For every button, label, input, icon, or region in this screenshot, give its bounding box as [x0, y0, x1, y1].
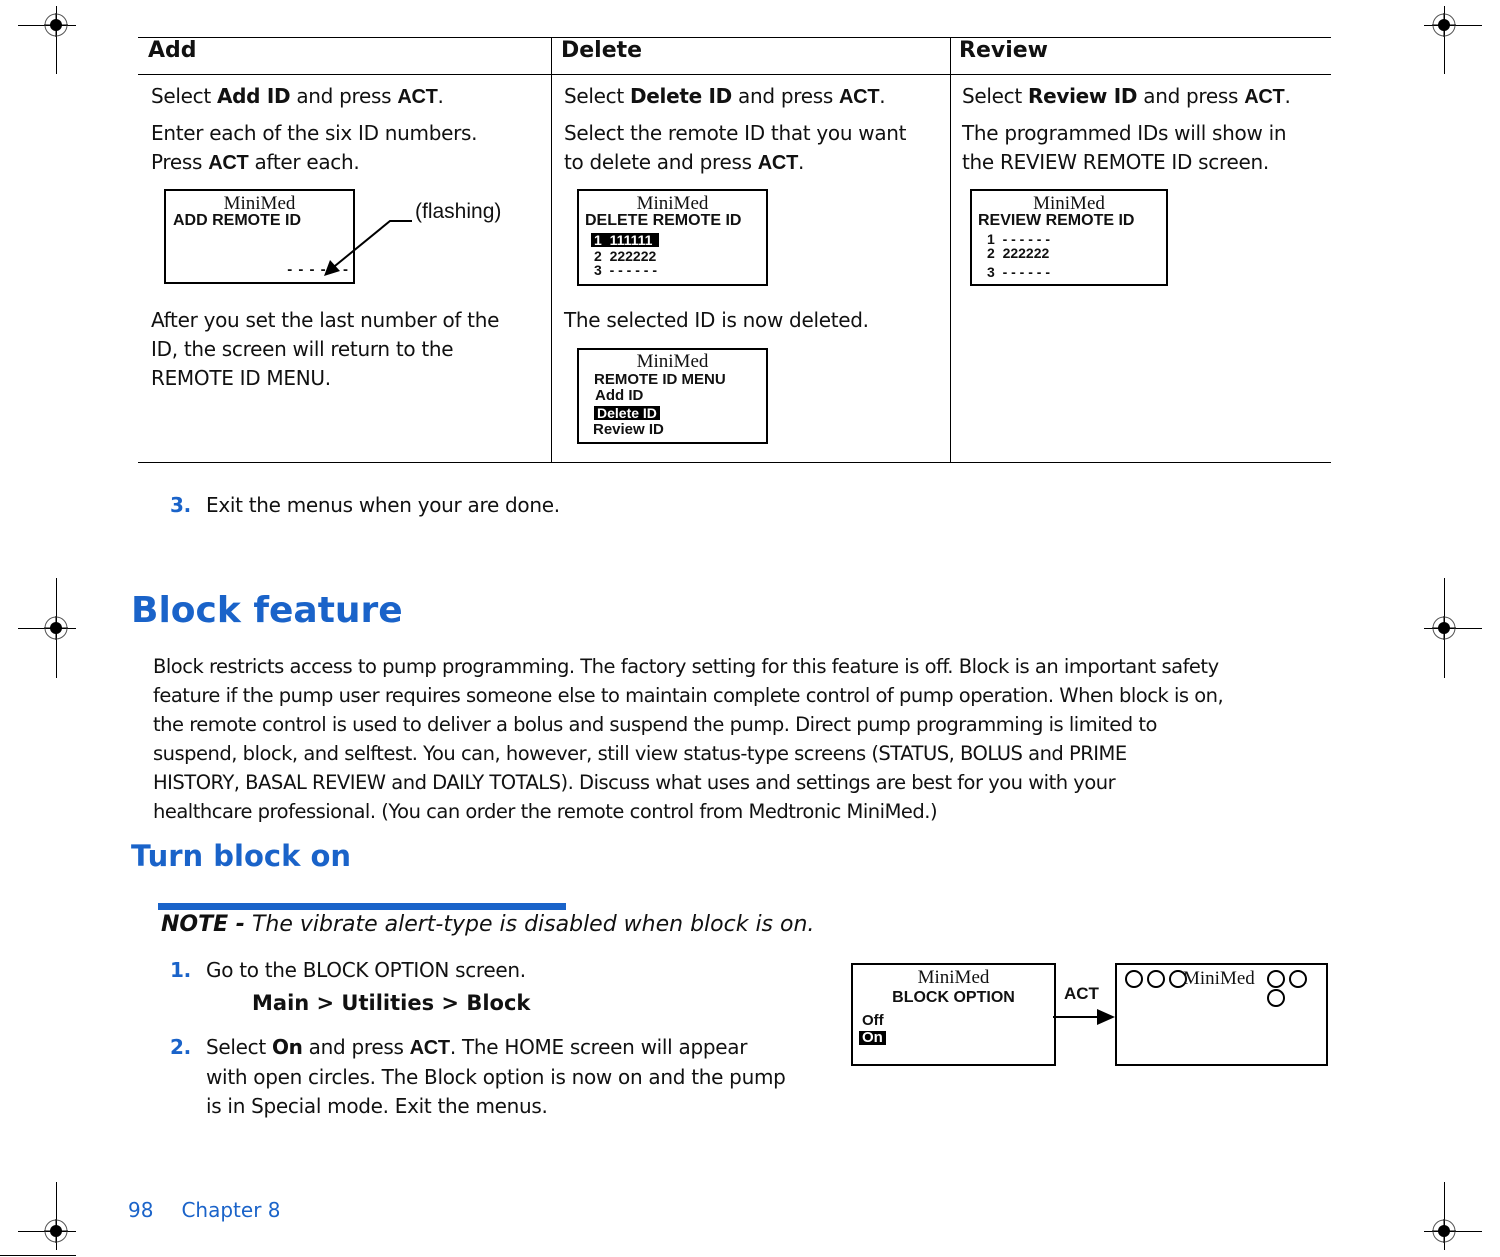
- screen-title: BLOCK OPTION: [892, 989, 1015, 1006]
- menu-item-selected: Delete ID: [594, 406, 660, 420]
- screen-brand: MiniMed: [636, 351, 709, 372]
- id-row: 2 222222: [594, 248, 657, 264]
- open-circles-right: [1265, 968, 1326, 1007]
- screen-title: ADD REMOTE ID: [173, 212, 301, 229]
- arrow-right-icon: [1053, 1009, 1115, 1025]
- menu-item: Review ID: [593, 421, 664, 438]
- column-header-add: Add: [148, 38, 197, 63]
- step-number: 1.: [170, 958, 191, 982]
- review-step-1: Select Review ID and press ACT.: [962, 84, 1291, 108]
- delete-remote-id-screen: MiniMed DELETE REMOTE ID 1 111111 2 2222…: [577, 189, 768, 286]
- home-screen: MiniMed: [1115, 963, 1328, 1066]
- screen-title: REMOTE ID MENU: [594, 371, 726, 388]
- menu-item: Add ID: [595, 387, 644, 404]
- id-row-selected: 1 111111: [591, 233, 660, 247]
- crosshair-icon: [44, 13, 68, 37]
- delete-step-1: Select Delete ID and press ACT.: [564, 84, 886, 108]
- step-number: 3.: [170, 493, 191, 517]
- step-3: 3. Exit the menus when your are done.: [170, 491, 560, 520]
- crosshair-icon: [1432, 616, 1456, 640]
- id-row: 1 - - - - - -: [987, 231, 1050, 247]
- id-row: 3 - - - - - -: [987, 264, 1050, 280]
- step-number: 2.: [170, 1035, 191, 1059]
- open-circles-left: [1123, 968, 1189, 988]
- add-step-1: Select Add ID and press ACT.: [151, 84, 444, 108]
- section-heading-turn-block-on: Turn block on: [131, 839, 352, 873]
- table-bottom-border: [138, 462, 1331, 463]
- delete-after-text: The selected ID is now deleted.: [564, 308, 869, 332]
- remote-id-menu-screen: MiniMed REMOTE ID MENU Add ID Delete ID …: [577, 348, 768, 444]
- review-step-2: The programmed IDs will show in the REVI…: [962, 121, 1287, 174]
- step-text: Go to the BLOCK OPTION screen.: [206, 958, 526, 982]
- screen-brand: MiniMed: [1183, 968, 1255, 989]
- block-step-1: 1. Go to the BLOCK OPTION screen.: [170, 956, 526, 985]
- crosshair-icon: [1432, 13, 1456, 37]
- note: NOTE - The vibrate alert-type is disable…: [161, 912, 814, 937]
- note-text: The vibrate alert-type is disabled when …: [244, 912, 815, 937]
- section-heading-block-feature: Block feature: [131, 590, 403, 631]
- block-feature-paragraph: Block restricts access to pump programmi…: [153, 655, 1224, 823]
- screen-brand: MiniMed: [636, 193, 709, 214]
- screen-brand: MiniMed: [1033, 193, 1105, 214]
- add-step-2: Enter each of the six ID numbers. Press …: [151, 121, 478, 174]
- column-header-delete: Delete: [561, 38, 643, 63]
- table-header-border: [138, 74, 1331, 75]
- option-off: Off: [862, 1012, 884, 1029]
- crosshair-icon: [44, 616, 68, 640]
- footer: 98 Chapter 8: [128, 1198, 281, 1222]
- menu-path: Main > Utilities > Block: [252, 991, 531, 1015]
- note-rule: [158, 903, 566, 910]
- crosshair-icon: [44, 1219, 68, 1243]
- flashing-callout: (flashing): [415, 200, 502, 223]
- act-label: ACT: [1064, 984, 1099, 1003]
- option-on-selected: On: [859, 1030, 886, 1045]
- column-header-review: Review: [959, 38, 1048, 63]
- crosshair-icon: [1432, 1219, 1456, 1243]
- id-row: 3 - - - - - -: [594, 262, 657, 278]
- chapter-label: Chapter 8: [181, 1198, 281, 1222]
- open-circle-icon: [1267, 969, 1285, 988]
- review-remote-id-screen: MiniMed REVIEW REMOTE ID 1 - - - - - - 2…: [970, 189, 1168, 286]
- open-circle-icon: [1125, 969, 1143, 988]
- block-option-screen: MiniMed BLOCK OPTION Off On: [851, 963, 1056, 1066]
- table-top-border: [138, 37, 1331, 38]
- id-row: 2 222222: [987, 245, 1050, 261]
- open-circle-icon: [1267, 989, 1285, 1007]
- screen-title: DELETE REMOTE ID: [585, 212, 742, 229]
- note-label: NOTE -: [161, 912, 245, 937]
- open-circle-icon: [1147, 969, 1165, 988]
- screen-brand: MiniMed: [917, 967, 990, 988]
- column-divider: [950, 37, 951, 463]
- delete-step-2: Select the remote ID that you want to de…: [564, 121, 907, 174]
- step-text: Exit the menus when your are done.: [206, 493, 560, 517]
- screen-title: REVIEW REMOTE ID: [978, 212, 1135, 229]
- page-number: 98: [128, 1198, 154, 1222]
- block-step-2: 2. Select On and press ACT. The HOME scre…: [170, 1035, 786, 1118]
- add-after-text: After you set the last number of the ID,…: [151, 308, 500, 390]
- callout-arrow-icon: [324, 220, 412, 276]
- column-divider: [551, 37, 552, 463]
- open-circle-icon: [1289, 969, 1307, 988]
